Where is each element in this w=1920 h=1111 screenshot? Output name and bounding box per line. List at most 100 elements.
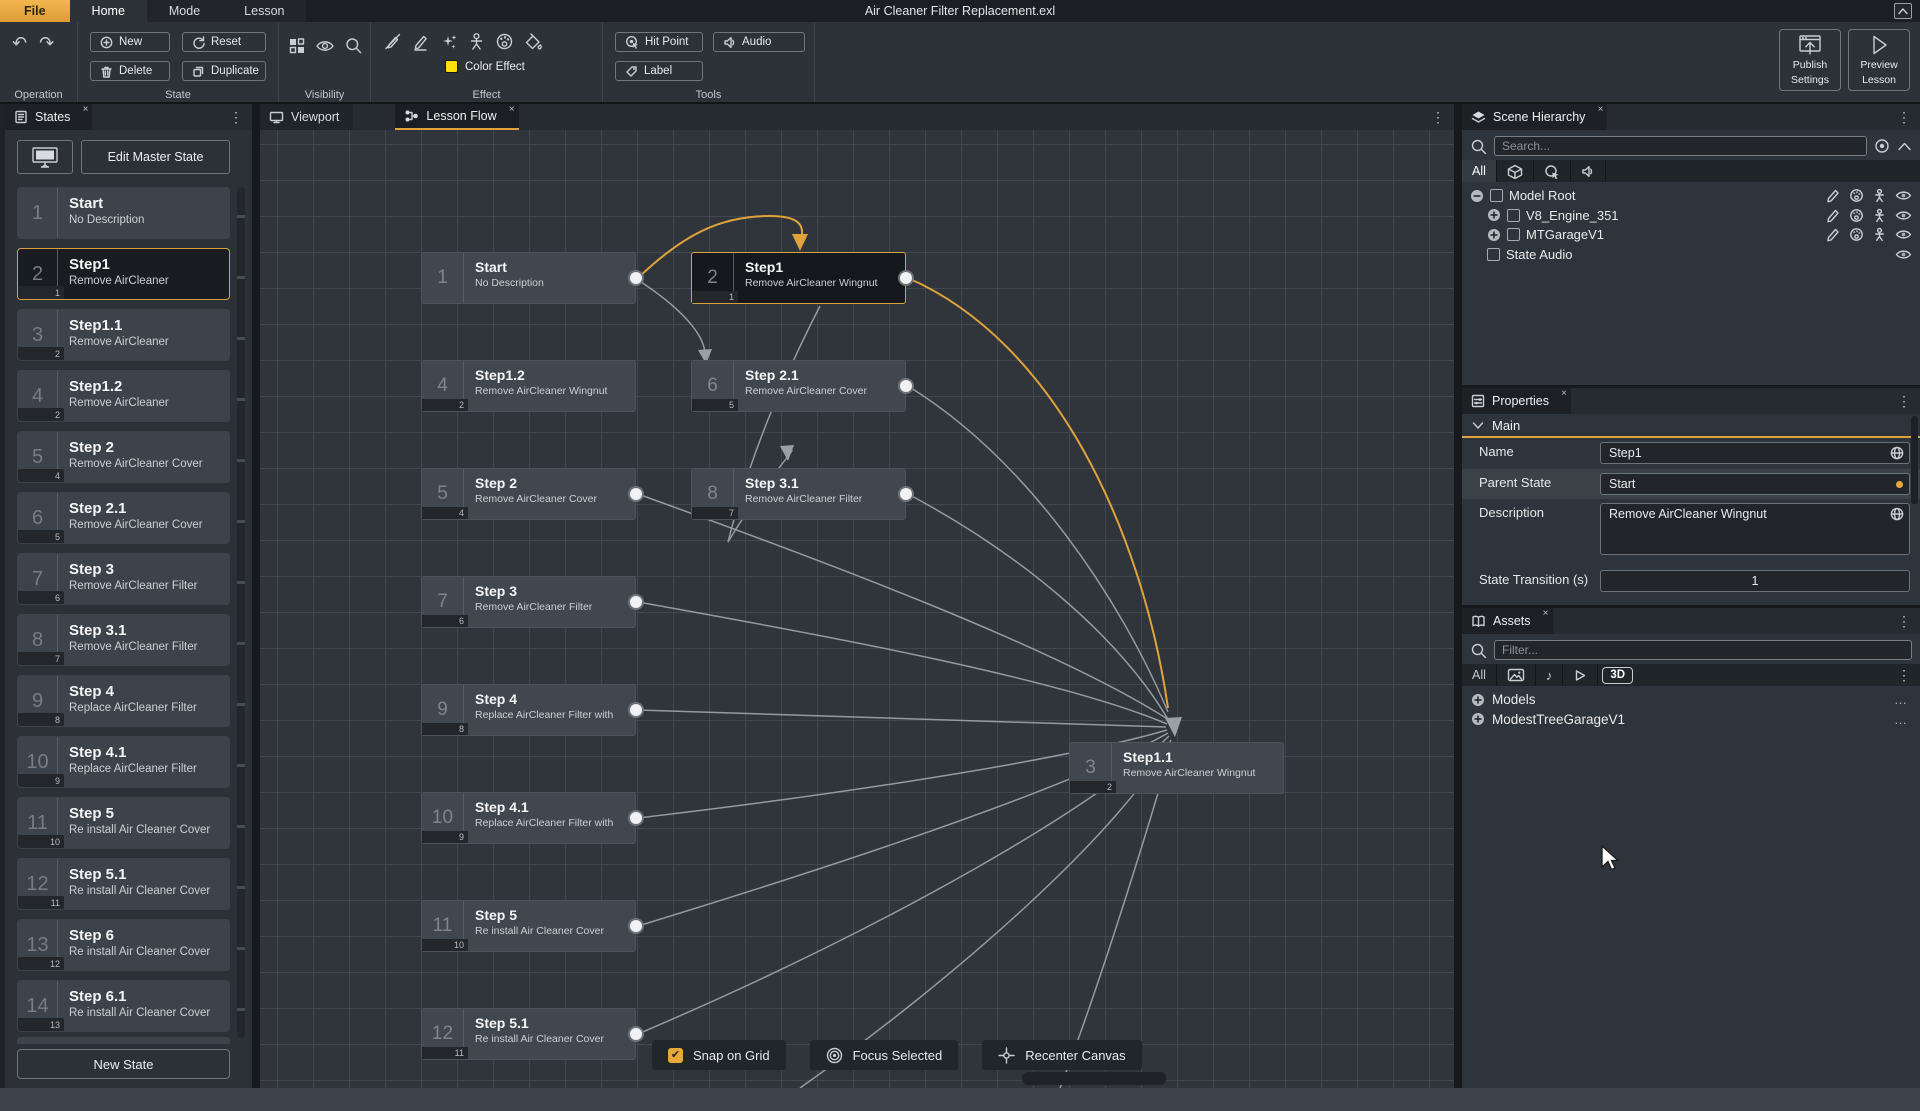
tab-lesson[interactable]: Lesson xyxy=(222,0,306,22)
close-icon[interactable]: × xyxy=(509,105,515,115)
chevron-up-icon[interactable] xyxy=(1897,141,1912,152)
flow-node[interactable]: 3 Step1.1 Remove AirCleaner Wingnut 2 xyxy=(1069,742,1284,794)
hierarchy-row[interactable]: State Audio xyxy=(1462,245,1920,265)
state-transition-field[interactable] xyxy=(1600,570,1910,592)
asset-item[interactable]: Models … xyxy=(1462,690,1920,710)
pen-effect-button[interactable] xyxy=(411,32,430,51)
flow-node[interactable]: 7 Step 3 Remove AirCleaner Filter 6 xyxy=(421,576,636,628)
flow-node[interactable]: 5 Step 2 Remove AirCleaner Cover 4 xyxy=(421,468,636,520)
visibility-eye-button[interactable] xyxy=(315,36,335,55)
hierarchy-filter-interactable[interactable] xyxy=(1534,160,1571,182)
state-list-item[interactable]: 11 Step 5 Re install Air Cleaner Cover 1… xyxy=(17,797,230,849)
expand-icon[interactable] xyxy=(1471,712,1485,726)
parent-state-field[interactable] xyxy=(1600,473,1910,495)
layout-grid-button[interactable] xyxy=(287,36,306,55)
visibility-eye-icon[interactable] xyxy=(1895,189,1912,202)
partial-state-item[interactable] xyxy=(17,1037,230,1044)
node-output-port[interactable] xyxy=(628,270,644,286)
more-options-icon[interactable]: … xyxy=(1894,712,1908,727)
properties-main-section-header[interactable]: Main xyxy=(1462,414,1920,438)
state-list-item[interactable]: 1 Start No Description xyxy=(17,187,230,239)
node-output-port[interactable] xyxy=(628,486,644,502)
target-icon[interactable] xyxy=(1874,138,1890,154)
assets-tab[interactable]: Assets × xyxy=(1462,608,1553,634)
checkbox[interactable] xyxy=(1507,228,1520,241)
visibility-eye-icon[interactable] xyxy=(1895,209,1912,222)
redo-button[interactable]: ↷ xyxy=(39,34,54,52)
expand-icon[interactable] xyxy=(1471,693,1485,707)
assets-filter-all[interactable]: All xyxy=(1462,664,1497,686)
palette-effect-button[interactable] xyxy=(495,32,514,51)
lesson-flow-tab[interactable]: Lesson Flow × xyxy=(395,104,518,130)
globe-icon[interactable] xyxy=(1890,507,1904,521)
node-output-port[interactable] xyxy=(628,1026,644,1042)
duplicate-state-button[interactable]: Duplicate xyxy=(182,61,266,81)
state-list-item[interactable]: 12 Step 5.1 Re install Air Cleaner Cover… xyxy=(17,858,230,910)
flow-node[interactable]: 11 Step 5 Re install Air Cleaner Cover 1… xyxy=(421,900,636,952)
node-output-port[interactable] xyxy=(628,918,644,934)
asset-item[interactable]: ModestTreeGarageV1 … xyxy=(1462,710,1920,730)
undo-button[interactable]: ↶ xyxy=(12,34,27,52)
state-list-item[interactable]: 2 Step1 Remove AirCleaner 1 xyxy=(17,248,230,300)
states-scrollbar[interactable] xyxy=(237,187,245,1038)
hierarchy-row[interactable]: Model Root xyxy=(1462,186,1920,206)
paint-bucket-button[interactable] xyxy=(523,32,543,51)
properties-scrollbar-thumb[interactable] xyxy=(1911,416,1918,504)
state-list-item[interactable]: 4 Step1.2 Remove AirCleaner 2 xyxy=(17,370,230,422)
preview-lesson-button[interactable]: PreviewLesson xyxy=(1848,29,1910,91)
rig-icon[interactable] xyxy=(1872,188,1887,203)
flow-grid[interactable]: 1 Start No Description 2 Step1 Remove Ai… xyxy=(260,130,1454,1088)
hierarchy-filter-3d[interactable] xyxy=(1497,160,1534,182)
ribbon-collapse-button[interactable] xyxy=(1894,3,1912,19)
flow-node[interactable]: 9 Step 4 Replace AirCleaner Filter with … xyxy=(421,684,636,736)
annotate-pen-icon[interactable] xyxy=(1826,188,1841,203)
expand-icon[interactable] xyxy=(1487,208,1501,222)
canvas-panel-menu-icon[interactable]: ⋮ xyxy=(1422,109,1454,126)
assets-filter-images[interactable] xyxy=(1497,664,1536,686)
hierarchy-filter-audio[interactable] xyxy=(1571,160,1606,182)
node-output-port[interactable] xyxy=(628,594,644,610)
material-palette-icon[interactable] xyxy=(1849,188,1864,203)
states-panel-menu-icon[interactable]: ⋮ xyxy=(220,109,252,126)
states-panel-tab[interactable]: States × xyxy=(5,104,92,130)
flow-node[interactable]: 1 Start No Description xyxy=(421,252,636,304)
tab-home[interactable]: Home xyxy=(70,0,147,22)
state-list-item[interactable]: 8 Step 3.1 Remove AirCleaner Filter 7 xyxy=(17,614,230,666)
edit-master-state-button[interactable]: Edit Master State xyxy=(81,140,230,174)
flow-node[interactable]: 12 Step 5.1 Re install Air Cleaner Cover… xyxy=(421,1008,636,1060)
visibility-eye-icon[interactable] xyxy=(1895,248,1912,261)
assets-filter-3d[interactable]: 3D xyxy=(1602,667,1633,684)
hierarchy-row[interactable]: MTGarageV1 xyxy=(1462,225,1920,245)
close-icon[interactable]: × xyxy=(1598,105,1604,115)
reset-state-button[interactable]: Reset xyxy=(182,32,266,52)
zoom-search-button[interactable] xyxy=(344,36,363,55)
close-icon[interactable]: × xyxy=(1561,389,1567,399)
focus-selected-button[interactable]: Focus Selected xyxy=(810,1040,959,1070)
state-list-item[interactable]: 3 Step1.1 Remove AirCleaner 2 xyxy=(17,309,230,361)
checkbox[interactable] xyxy=(1487,248,1500,261)
particles-effect-button[interactable] xyxy=(439,32,458,51)
description-field[interactable]: Remove AirCleaner Wingnut xyxy=(1600,503,1910,555)
rig-icon[interactable] xyxy=(1872,227,1887,242)
new-state-ribbon-button[interactable]: New xyxy=(90,32,170,52)
scene-hierarchy-tab[interactable]: Scene Hierarchy × xyxy=(1462,104,1607,130)
flow-node[interactable]: 8 Step 3.1 Remove AirCleaner Filter 7 xyxy=(691,468,906,520)
recenter-canvas-button[interactable]: Recenter Canvas xyxy=(982,1040,1141,1070)
assets-filter-menu-icon[interactable]: ⋮ xyxy=(1888,667,1920,684)
flow-node[interactable]: 6 Step 2.1 Remove AirCleaner Cover 5 xyxy=(691,360,906,412)
master-state-screen-button[interactable] xyxy=(17,140,73,174)
assets-filter-input[interactable] xyxy=(1494,640,1912,660)
properties-tab[interactable]: Properties × xyxy=(1462,388,1571,414)
globe-icon[interactable] xyxy=(1890,446,1904,460)
name-field[interactable] xyxy=(1600,442,1910,464)
horizontal-scrollbar-thumb[interactable] xyxy=(1022,1072,1166,1085)
state-list-item[interactable]: 10 Step 4.1 Replace AirCleaner Filter 9 xyxy=(17,736,230,788)
material-palette-icon[interactable] xyxy=(1849,227,1864,242)
checkbox[interactable] xyxy=(1507,209,1520,222)
expand-icon[interactable] xyxy=(1487,228,1501,242)
tab-mode[interactable]: Mode xyxy=(147,0,222,22)
hierarchy-filter-all[interactable]: All xyxy=(1462,160,1497,182)
flow-node[interactable]: 4 Step1.2 Remove AirCleaner Wingnut 2 xyxy=(421,360,636,412)
assets-panel-menu-icon[interactable]: ⋮ xyxy=(1888,613,1920,630)
delete-state-button[interactable]: Delete xyxy=(90,61,170,81)
